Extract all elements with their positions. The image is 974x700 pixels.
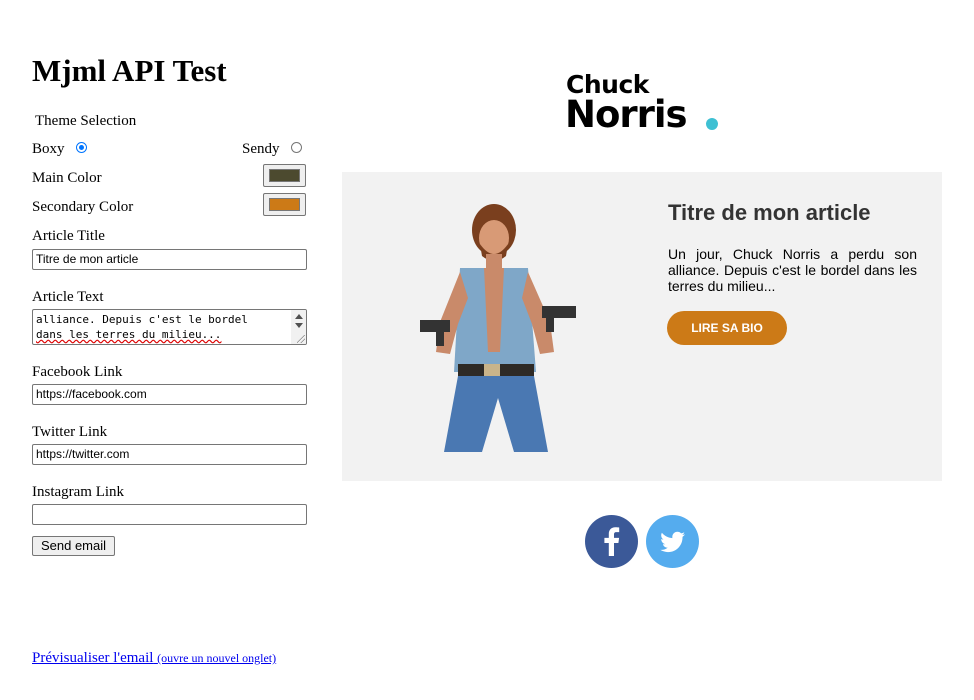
preview-link-text: Prévisualiser l'email	[32, 650, 154, 666]
secondary-color-label: Secondary Color	[32, 199, 134, 215]
page-title: Mjml API Test	[32, 53, 227, 88]
email-article-text: Un jour, Chuck Norris a perdu son allian…	[668, 246, 917, 294]
theme-boxy-label: Boxy	[32, 141, 65, 157]
facebook-link-input[interactable]: https://facebook.com	[32, 384, 307, 405]
twitter-link-label: Twitter Link	[32, 424, 108, 440]
main-color-swatch	[269, 169, 300, 182]
twitter-link-input[interactable]: https://twitter.com	[32, 444, 307, 465]
logo-line-2: Norris	[565, 93, 688, 136]
facebook-link-label: Facebook Link	[32, 364, 123, 380]
preview-link-note: (ouvre un nouvel onglet)	[157, 651, 277, 665]
read-bio-button[interactable]: LIRE SA BIO	[667, 311, 787, 345]
facebook-button[interactable]	[585, 515, 638, 568]
article-title-label: Article Title	[32, 228, 105, 244]
twitter-icon	[660, 531, 685, 553]
chuck-norris-image	[420, 204, 576, 452]
article-text-line: alliance. Depuis c'est le bordel	[36, 313, 248, 326]
theme-boxy-radio[interactable]	[76, 142, 87, 153]
theme-sendy-radio[interactable]	[291, 142, 302, 153]
facebook-icon	[604, 527, 620, 556]
resize-grip-icon[interactable]	[297, 335, 305, 343]
secondary-color-picker[interactable]	[263, 193, 306, 216]
secondary-color-swatch	[269, 198, 300, 211]
theme-selection-label: Theme Selection	[35, 113, 137, 129]
send-email-button[interactable]: Send email	[32, 536, 115, 556]
logo-dot	[706, 118, 718, 130]
scroll-up-arrow-icon[interactable]	[295, 314, 303, 319]
article-text-textarea[interactable]: alliance. Depuis c'est le bordel dans le…	[32, 309, 307, 345]
article-title-input[interactable]: Titre de mon article	[32, 249, 307, 270]
preview-email-link[interactable]: Prévisualiser l'email (ouvre un nouvel o…	[32, 650, 276, 667]
article-text-label: Article Text	[32, 289, 104, 305]
scroll-down-arrow-icon[interactable]	[295, 323, 303, 328]
main-color-picker[interactable]	[263, 164, 306, 187]
instagram-link-input[interactable]	[32, 504, 307, 525]
instagram-link-label: Instagram Link	[32, 484, 125, 500]
twitter-button[interactable]	[646, 515, 699, 568]
article-section: Titre de mon article Un jour, Chuck Norr…	[342, 172, 942, 481]
article-text-line: dans les terres du milieu...	[36, 328, 222, 341]
theme-sendy-label: Sendy	[242, 141, 280, 157]
email-article-title: Titre de mon article	[668, 200, 871, 225]
main-color-label: Main Color	[32, 170, 102, 186]
